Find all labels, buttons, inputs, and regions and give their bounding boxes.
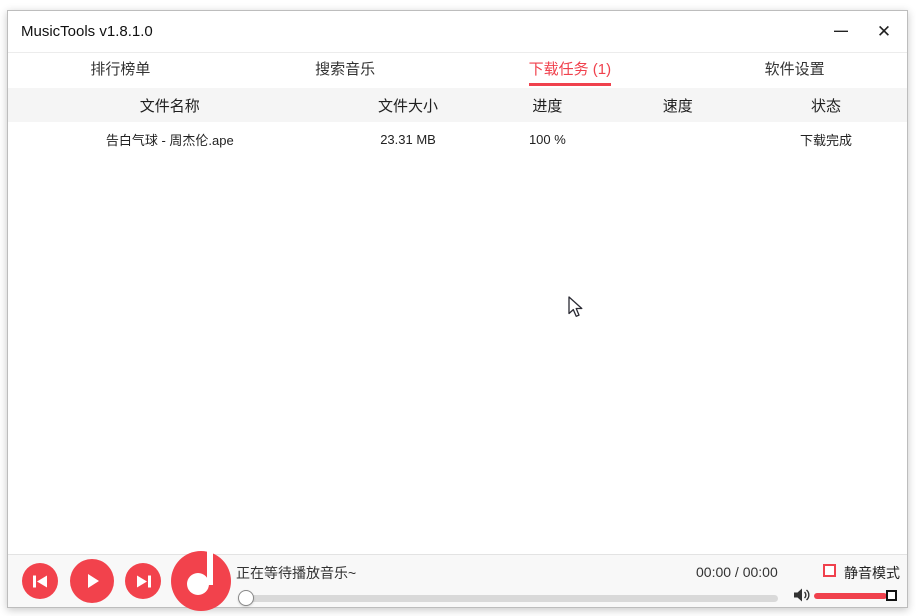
column-header-filename: 文件名称 [8, 95, 332, 116]
tab-download-tasks[interactable]: 下载任务 (1) [458, 53, 683, 88]
row-progress: 100 % [484, 132, 610, 147]
volume-slider-thumb[interactable] [886, 590, 897, 601]
column-header-status: 状态 [745, 95, 907, 116]
skip-previous-icon [33, 575, 48, 588]
mute-checkbox[interactable] [823, 564, 836, 577]
speaker-icon[interactable] [794, 588, 811, 607]
play-icon [83, 572, 101, 590]
player-status-text: 正在等待播放音乐~ [236, 563, 356, 583]
title-bar: MusicTools v1.8.1.0 — ✕ [8, 11, 907, 53]
tab-search-music[interactable]: 搜索音乐 [233, 53, 458, 88]
table-header: 文件名称 文件大小 进度 速度 状态 [8, 88, 907, 122]
app-logo-button[interactable] [171, 551, 231, 611]
tab-label: 搜索音乐 [315, 58, 375, 86]
close-icon: ✕ [877, 22, 891, 42]
table-row[interactable]: 告白气球 - 周杰伦.ape 23.31 MB 100 % 下载完成 [8, 122, 907, 156]
window-title: MusicTools v1.8.1.0 [21, 23, 153, 40]
tab-settings[interactable]: 软件设置 [682, 53, 907, 88]
volume-slider[interactable] [814, 593, 887, 599]
play-button[interactable] [70, 559, 114, 603]
tab-bar: 排行榜单 搜索音乐 下载任务 (1) 软件设置 [8, 53, 907, 88]
next-track-button[interactable] [125, 563, 161, 599]
minimize-icon: — [834, 22, 848, 38]
tab-label: 排行榜单 [90, 58, 150, 86]
minimize-button[interactable]: — [824, 15, 858, 49]
app-window: MusicTools v1.8.1.0 — ✕ 排行榜单 搜索音乐 下载任务 (… [7, 10, 908, 608]
column-header-filesize: 文件大小 [332, 95, 485, 116]
seek-slider[interactable] [246, 595, 778, 602]
download-list: 告白气球 - 周杰伦.ape 23.31 MB 100 % 下载完成 [8, 122, 907, 555]
previous-track-button[interactable] [22, 563, 58, 599]
skip-next-icon [136, 575, 151, 588]
mouse-cursor [568, 296, 586, 325]
tab-label: 下载任务 (1) [529, 58, 612, 86]
close-button[interactable]: ✕ [867, 15, 901, 49]
row-filesize: 23.31 MB [332, 132, 485, 147]
seek-slider-thumb[interactable] [238, 590, 254, 606]
tab-rankings[interactable]: 排行榜单 [8, 53, 233, 88]
mute-checkbox-label: 静音模式 [844, 563, 900, 583]
row-status: 下载完成 [745, 130, 907, 149]
player-time: 00:00 / 00:00 [696, 564, 778, 580]
column-header-speed: 速度 [610, 95, 745, 116]
tab-label: 软件设置 [765, 58, 825, 86]
row-filename: 告白气球 - 周杰伦.ape [8, 130, 332, 149]
music-note-icon [187, 573, 209, 595]
player-bar: 正在等待播放音乐~ 00:00 / 00:00 静音模式 [8, 554, 907, 607]
column-header-progress: 进度 [484, 95, 610, 116]
